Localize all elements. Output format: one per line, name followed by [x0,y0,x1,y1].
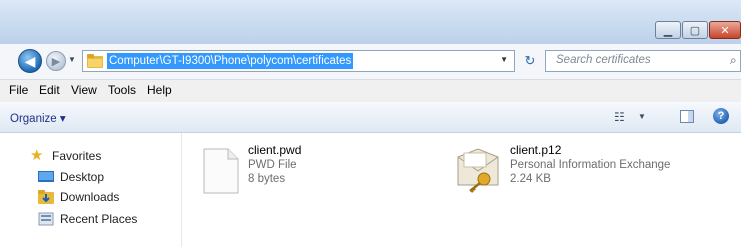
window-controls: ▁ ▢ ✕ [654,21,741,41]
search-box[interactable]: Search certificates ⌕ [545,50,741,72]
nav-item-label: Recent Places [60,212,138,226]
menu-file[interactable]: File [9,83,28,97]
nav-favorites[interactable]: ★ Favorites [30,147,102,164]
blank-file-icon [203,148,239,194]
nav-item-downloads[interactable]: Downloads [38,190,119,204]
back-button[interactable]: ◀ [18,49,42,73]
menu-view[interactable]: View [71,83,97,97]
nav-item-recent-places[interactable]: Recent Places [38,212,137,226]
menu-help[interactable]: Help [147,83,172,97]
refresh-icon: ↻ [524,53,536,68]
forward-button[interactable]: ▶ [46,51,66,71]
help-icon[interactable]: ? [713,108,729,124]
recent-places-icon [38,212,54,226]
desktop-icon [38,171,54,182]
recent-pages-dropdown[interactable]: ▼ [68,55,76,64]
nav-favorites-label: Favorites [52,149,102,163]
folder-icon [87,54,103,68]
file-item[interactable]: client.pwd PWD File 8 bytes [202,143,301,195]
file-name: client.pwd [248,143,302,157]
file-type: PWD File [248,159,297,171]
file-item[interactable]: client.p12 Personal Information Exchange… [454,143,670,193]
command-bar: Organize ▾ ☷ ▼ ? [0,102,741,133]
minimize-button[interactable]: ▁ [655,21,681,39]
star-icon: ★ [30,147,44,164]
change-view-icon[interactable]: ☷ [614,110,625,124]
close-button[interactable]: ✕ [709,21,741,39]
file-size: 2.24 KB [510,173,551,185]
downloads-folder-icon [38,190,54,204]
menu-bar: File Edit View Tools Help [0,79,741,103]
menu-edit[interactable]: Edit [39,83,60,97]
file-size: 8 bytes [248,173,286,185]
certificate-key-icon [457,148,499,193]
address-bar[interactable]: Computer\GT-I9300\Phone\polycom\certific… [82,50,515,72]
file-type: Personal Information Exchange [510,159,671,171]
navigation-pane: ★ Favorites Desktop Downloads Recent Pla… [0,133,182,247]
search-icon[interactable]: ⌕ [730,53,737,68]
nav-item-label: Desktop [60,170,105,184]
preview-pane-icon[interactable] [680,110,694,123]
file-list: client.pwd PWD File 8 bytes client.p12 P… [182,133,741,247]
menu-tools[interactable]: Tools [108,83,136,97]
maximize-button[interactable]: ▢ [682,21,708,39]
arrow-right-icon: ▶ [51,55,61,68]
refresh-button[interactable]: ↻ [520,51,540,71]
file-name: client.p12 [510,143,562,157]
view-options-dropdown[interactable]: ▼ [638,112,646,121]
nav-item-desktop[interactable]: Desktop [38,170,104,184]
address-dropdown[interactable]: ▼ [500,55,508,64]
nav-item-label: Downloads [60,190,120,204]
arrow-left-icon: ◀ [24,52,36,69]
title-bar [0,0,741,44]
search-input[interactable]: Search certificates [556,54,651,66]
organize-button[interactable]: Organize ▾ [10,111,66,125]
address-path[interactable]: Computer\GT-I9300\Phone\polycom\certific… [107,53,354,69]
